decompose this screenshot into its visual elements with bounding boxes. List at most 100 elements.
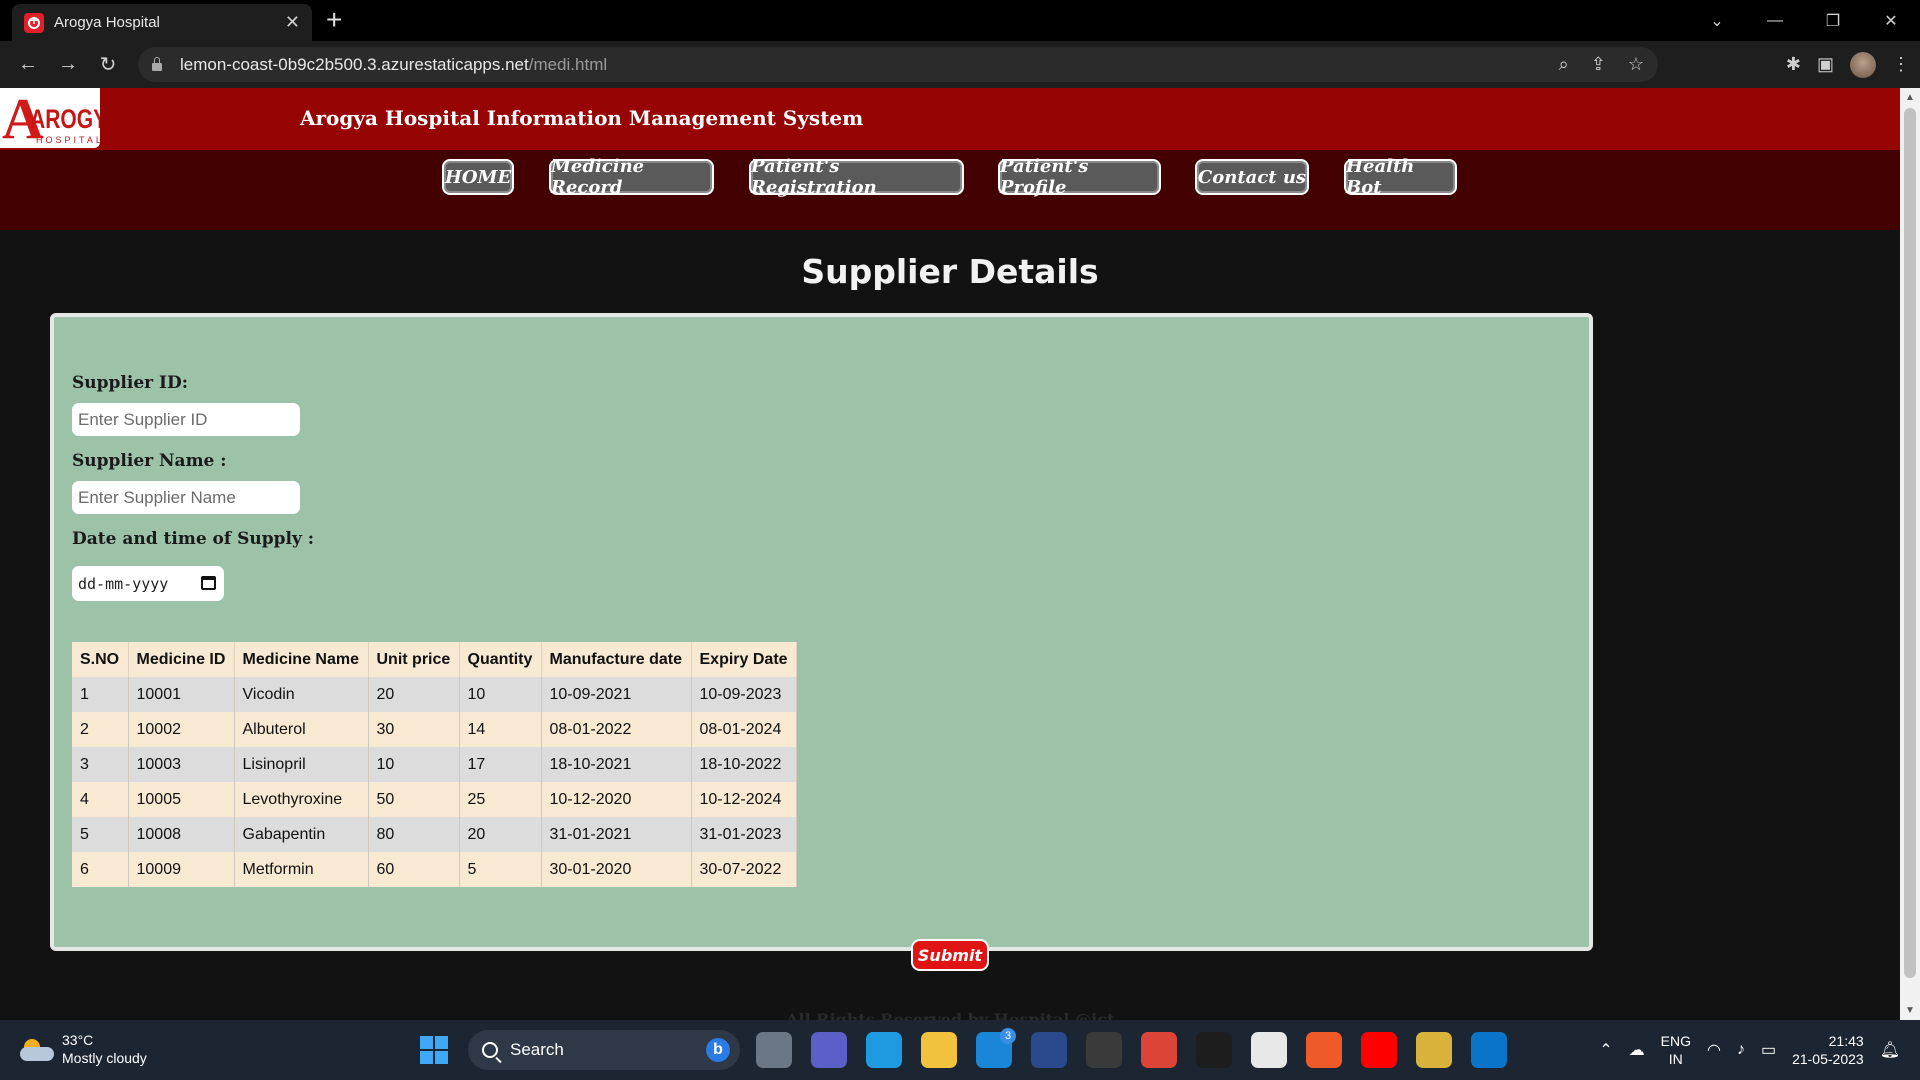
- cell-quantity: 25: [459, 782, 542, 817]
- language-indicator[interactable]: ENG IN: [1661, 1032, 1691, 1068]
- new-tab-button[interactable]: +: [326, 6, 342, 34]
- cell-sno: 4: [72, 782, 129, 817]
- cell-medicine-name: Vicodin: [234, 677, 369, 712]
- cloudy-weather-icon: [20, 1037, 54, 1061]
- scroll-up-icon[interactable]: ▲: [1900, 92, 1920, 103]
- edge-icon[interactable]: [866, 1032, 902, 1068]
- windows-start-icon[interactable]: [420, 1036, 448, 1064]
- arogya-logo: A AROGYA HOSPITALS: [0, 88, 100, 148]
- mail-icon[interactable]: 3: [976, 1028, 1016, 1068]
- page-title: Supplier Details: [801, 252, 1099, 291]
- bing-icon[interactable]: b: [706, 1038, 730, 1062]
- tab-search-icon[interactable]: ⌄: [1688, 11, 1746, 31]
- col-expiry-date: Expiry Date: [691, 642, 797, 677]
- notifications-icon[interactable]: 🔔︎: [1880, 1040, 1900, 1060]
- nav-home[interactable]: HOME: [442, 159, 514, 195]
- cell-manufacture-date: 18-10-2021: [541, 747, 692, 782]
- supplier-form: Supplier ID: Supplier Name : Date and ti…: [50, 313, 1593, 951]
- wifi-icon[interactable]: ◠: [1707, 1040, 1721, 1060]
- battery-icon[interactable]: ▭: [1761, 1040, 1776, 1060]
- bookmark-star-icon[interactable]: ☆: [1628, 54, 1644, 75]
- terminal-icon[interactable]: [1086, 1032, 1122, 1068]
- menu-kebab-icon[interactable]: ⋮: [1892, 54, 1910, 75]
- table-row: 4 10005 Levothyroxine 50 25 10-12-2020 1…: [72, 782, 797, 817]
- site-title: Arogya Hospital Information Management S…: [300, 106, 864, 130]
- taskbar-search[interactable]: Search b: [468, 1030, 740, 1070]
- share-icon[interactable]: ⇪: [1591, 54, 1606, 75]
- nav-patient-registration[interactable]: Patient's Registration: [749, 156, 964, 198]
- logo-subtitle: HOSPITALS: [36, 135, 100, 145]
- supplier-id-label: Supplier ID:: [72, 373, 188, 393]
- minimize-button[interactable]: —: [1746, 12, 1804, 30]
- cell-expiry-date: 30-07-2022: [691, 852, 797, 887]
- brave-icon[interactable]: [1306, 1032, 1342, 1068]
- nav-patient-profile[interactable]: Patient's Profile: [998, 156, 1161, 198]
- cell-unit-price: 50: [368, 782, 460, 817]
- reload-button[interactable]: ↻: [88, 52, 128, 77]
- cell-expiry-date: 10-12-2024: [691, 782, 797, 817]
- store-icon[interactable]: [1251, 1032, 1287, 1068]
- table-header-row: S.NO Medicine ID Medicine Name Unit pric…: [72, 642, 797, 677]
- cell-medicine-id: 10001: [128, 677, 235, 712]
- url-host: lemon-coast-0b9c2b500.3.azurestaticapps.…: [180, 54, 529, 74]
- calendar-icon[interactable]: [201, 576, 216, 590]
- page-scrollbar[interactable]: ▲ ▼: [1900, 88, 1920, 1020]
- teams-icon[interactable]: [811, 1032, 847, 1068]
- chrome-profile-icon[interactable]: [1416, 1032, 1452, 1068]
- show-hidden-icons-icon[interactable]: ⌃: [1599, 1040, 1612, 1060]
- cell-unit-price: 20: [368, 677, 460, 712]
- cell-manufacture-date: 08-01-2022: [541, 712, 692, 747]
- close-window-button[interactable]: ✕: [1862, 11, 1920, 31]
- lock-icon[interactable]: [152, 56, 162, 71]
- youtube-icon[interactable]: [1361, 1032, 1397, 1068]
- profile-avatar[interactable]: [1850, 51, 1876, 78]
- submit-button[interactable]: Submit: [911, 939, 989, 971]
- cell-medicine-id: 10008: [128, 817, 235, 852]
- browser-tab[interactable]: Arogya Hospital ✕: [12, 4, 312, 41]
- scroll-down-icon[interactable]: ▼: [1900, 1005, 1920, 1016]
- extensions-icon[interactable]: ✱: [1786, 54, 1801, 75]
- volume-icon[interactable]: ♪: [1737, 1041, 1745, 1059]
- supplier-name-input[interactable]: [72, 481, 300, 514]
- devhome-icon[interactable]: [1031, 1032, 1067, 1068]
- back-button[interactable]: ←: [8, 53, 48, 76]
- taskbar-apps: 3: [756, 1028, 1507, 1068]
- nav-contact-us[interactable]: Contact us: [1195, 159, 1309, 195]
- weather-widget[interactable]: 33°C Mostly cloudy: [20, 1031, 147, 1067]
- toolbar-right: ✱ ▣ ⋮: [1786, 41, 1910, 88]
- restore-button[interactable]: ❐: [1804, 11, 1862, 31]
- cell-medicine-id: 10009: [128, 852, 235, 887]
- window-controls: ⌄ — ❐ ✕: [1688, 0, 1920, 41]
- cell-sno: 5: [72, 817, 129, 852]
- cell-manufacture-date: 31-01-2021: [541, 817, 692, 852]
- cell-medicine-id: 10003: [128, 747, 235, 782]
- chrome-icon[interactable]: [1141, 1032, 1177, 1068]
- task-view-icon[interactable]: [756, 1032, 792, 1068]
- page-viewport: A AROGYA HOSPITALS Arogya Hospital Infor…: [0, 88, 1900, 1020]
- supply-date-input[interactable]: dd-mm-yyyy: [72, 566, 224, 601]
- nav-health-bot[interactable]: Health Bot: [1344, 156, 1457, 198]
- cell-quantity: 20: [459, 817, 542, 852]
- zoom-icon[interactable]: ⌕: [1559, 54, 1569, 75]
- language-code: ENG: [1660, 1033, 1691, 1049]
- medicine-table: S.NO Medicine ID Medicine Name Unit pric…: [72, 642, 797, 887]
- vscode-icon[interactable]: [1471, 1032, 1507, 1068]
- file-explorer-icon[interactable]: [921, 1032, 957, 1068]
- forward-button[interactable]: →: [48, 53, 88, 76]
- weather-description: Mostly cloudy: [62, 1050, 147, 1066]
- supplier-id-input[interactable]: [72, 403, 300, 436]
- close-tab-icon[interactable]: ✕: [285, 12, 300, 33]
- onedrive-icon[interactable]: ☁: [1629, 1040, 1645, 1060]
- windows-taskbar: 33°C Mostly cloudy Search b 3 ⌃ ☁ ENG IN…: [0, 1020, 1920, 1080]
- site-header: A AROGYA HOSPITALS Arogya Hospital Infor…: [0, 88, 1900, 150]
- nav-medicine-record[interactable]: Medicine Record: [549, 156, 714, 198]
- scrollbar-thumb[interactable]: [1904, 108, 1916, 978]
- col-medicine-name: Medicine Name: [234, 642, 369, 677]
- mail-badge: 3: [1000, 1028, 1016, 1044]
- cell-sno: 3: [72, 747, 129, 782]
- mysql-icon[interactable]: [1196, 1032, 1232, 1068]
- address-bar[interactable]: lemon-coast-0b9c2b500.3.azurestaticapps.…: [138, 47, 1658, 82]
- cell-sno: 2: [72, 712, 129, 747]
- clock[interactable]: 21:43 21-05-2023: [1792, 1032, 1864, 1068]
- side-panel-icon[interactable]: ▣: [1817, 54, 1834, 75]
